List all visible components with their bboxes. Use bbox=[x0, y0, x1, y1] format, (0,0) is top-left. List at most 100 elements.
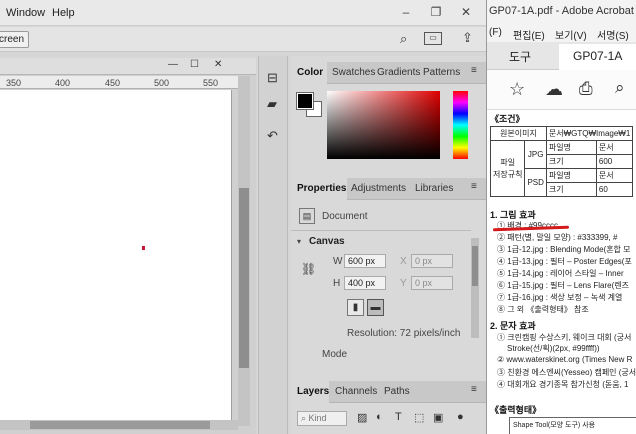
document-window: — ☐ ✕ 350 400 450 500 550 bbox=[0, 58, 256, 434]
search-icon[interactable]: ⌕ bbox=[400, 31, 407, 47]
panel-icon-strip: ⊟ ▰ ↶ bbox=[258, 56, 288, 434]
tab-swatches[interactable]: Swatches bbox=[332, 67, 375, 78]
portrait-icon[interactable]: ▮ bbox=[347, 299, 364, 316]
active-doc-tab[interactable]: GP07-1A bbox=[559, 44, 636, 70]
maximize-icon[interactable]: ❐ bbox=[426, 3, 446, 21]
workspace-icon[interactable]: ▭ bbox=[424, 32, 442, 45]
foreground-color-swatch[interactable] bbox=[296, 92, 314, 110]
width-field[interactable]: 600 px bbox=[344, 254, 386, 268]
photoshop-window: Window Help – ❐ ✕ creen ⌕ ▭ ⇪ — ☐ ✕ 350 … bbox=[0, 0, 486, 434]
spec-table: 원본이미지 문서₩GTQ₩Image₩1 파일 저장규칙 JPG 파일명 문서 크… bbox=[489, 126, 634, 197]
table-cell: 문서₩GTQ₩Image₩1 bbox=[545, 126, 634, 141]
table-cell: 파일명 bbox=[545, 168, 597, 183]
filter-kind-label: Kind bbox=[308, 413, 327, 423]
table-group-label: 파일 bbox=[500, 157, 516, 167]
y-field[interactable]: 0 px bbox=[411, 276, 453, 290]
output-note: Shape Tool(모양 도구) 사용 bbox=[513, 422, 596, 429]
tab-paths[interactable]: Paths bbox=[384, 386, 410, 397]
history-icon[interactable]: ↶ bbox=[267, 128, 278, 144]
x-field[interactable]: 0 px bbox=[411, 254, 453, 268]
panel-menu-icon[interactable]: ≡ bbox=[471, 384, 477, 395]
list-item: ② 패턴(별, 말일 모양) : #333399, # bbox=[497, 233, 618, 242]
properties-panel-icon[interactable]: ⊟ bbox=[267, 70, 278, 86]
table-cell: 문서 bbox=[595, 168, 634, 183]
print-icon[interactable]: ⎙ bbox=[579, 79, 593, 99]
acrobat-toolbar: ☆ ☁ ⎙ ⌕ bbox=[487, 70, 636, 110]
filter-smart-icon[interactable]: ▣ bbox=[433, 411, 443, 424]
properties-panel-tabs: Properties Adjustments Libraries ≡ bbox=[291, 178, 486, 200]
heading-text-effects: 2. 문자 효과 bbox=[490, 321, 536, 331]
canvas-area[interactable] bbox=[0, 90, 232, 430]
screen-button[interactable]: creen bbox=[0, 31, 30, 48]
doc-close-icon[interactable]: ✕ bbox=[214, 59, 222, 70]
properties-scroll-thumb[interactable] bbox=[472, 246, 478, 286]
x-label: X bbox=[400, 256, 407, 267]
ruler-tick: 400 bbox=[55, 78, 71, 88]
table-cell: 문서 bbox=[595, 140, 634, 155]
tab-adjustments[interactable]: Adjustments bbox=[351, 183, 406, 194]
menu-help[interactable]: Help bbox=[52, 7, 75, 19]
filter-adjustment-icon[interactable]: ◐ bbox=[376, 411, 383, 423]
filter-toggle-icon[interactable]: ● bbox=[457, 411, 464, 423]
comments-icon[interactable]: ▰ bbox=[267, 96, 277, 112]
acro-menu-sign[interactable]: 서명(S) bbox=[597, 27, 629, 42]
tab-layers[interactable]: Layers bbox=[297, 386, 329, 397]
list-item: ⑧ 그 외 《출력형태》 참조 bbox=[497, 305, 589, 314]
tab-document: GP07-1A bbox=[573, 49, 623, 63]
layer-type-label: Document bbox=[322, 211, 368, 222]
horizontal-scroll-thumb[interactable] bbox=[30, 421, 210, 429]
link-icon[interactable]: ⛓ bbox=[301, 262, 316, 276]
document-icon: ▤ bbox=[299, 208, 315, 224]
list-item: ⑥ 1급-15.jpg : 필터 – Lens Flare(렌즈 bbox=[497, 281, 629, 290]
list-item: ④ 1급-13.jpg : 필터 – Poster Edges(포 bbox=[497, 257, 632, 266]
tab-tools[interactable]: 도구 bbox=[509, 48, 531, 65]
tab-libraries[interactable]: Libraries bbox=[415, 183, 453, 194]
table-cell: 600 bbox=[595, 154, 634, 169]
landscape-icon[interactable]: ▬ bbox=[367, 299, 384, 316]
cursor-marker bbox=[142, 246, 145, 250]
upload-cloud-icon[interactable]: ☁ bbox=[545, 79, 563, 100]
acro-menu-view[interactable]: 보기(V) bbox=[555, 27, 587, 42]
document-tab-bar: — ☐ ✕ bbox=[0, 58, 256, 75]
color-panel-tabs: Color Swatches Gradients Patterns ≡ bbox=[291, 62, 486, 84]
panel-menu-icon[interactable]: ≡ bbox=[471, 181, 477, 192]
filter-shape-icon[interactable]: ⬚ bbox=[414, 411, 424, 424]
close-icon[interactable]: ✕ bbox=[456, 3, 476, 21]
minimize-icon[interactable]: – bbox=[396, 3, 416, 21]
chevron-down-icon[interactable]: ▾ bbox=[297, 237, 301, 246]
width-label: W bbox=[333, 256, 343, 267]
menu-window[interactable]: Window bbox=[6, 7, 45, 19]
tab-channels[interactable]: Channels bbox=[335, 386, 377, 397]
list-item: ⑤ 1급-14.jpg : 레이어 스타일 – Inner bbox=[497, 269, 624, 278]
acro-menu-file[interactable]: (F) bbox=[489, 27, 502, 38]
tab-patterns[interactable]: Patterns bbox=[423, 67, 460, 78]
tab-color[interactable]: Color bbox=[297, 67, 323, 78]
divider bbox=[291, 230, 471, 231]
menu-bar: Window Help – ❐ ✕ bbox=[0, 0, 486, 26]
height-field[interactable]: 400 px bbox=[344, 276, 386, 290]
acro-menu-edit[interactable]: 편집(E) bbox=[513, 27, 545, 42]
list-item: ② www.waterskinet.org (Times New R bbox=[497, 355, 633, 364]
ruler-tick: 500 bbox=[154, 78, 170, 88]
hue-slider[interactable] bbox=[453, 91, 468, 159]
search-icon[interactable]: ⌕ bbox=[615, 78, 625, 98]
ruler-tick: 550 bbox=[203, 78, 219, 88]
filter-type-icon[interactable]: T bbox=[395, 411, 402, 423]
list-item: ① 크린캠핑 수상스키, 웨이크 대회 (궁서 bbox=[497, 333, 632, 342]
pdf-page: 《조건》 원본이미지 문서₩GTQ₩Image₩1 파일 저장규칙 JPG 파일명… bbox=[487, 110, 636, 434]
share-icon[interactable]: ⇪ bbox=[462, 30, 473, 46]
mode-label: Mode bbox=[322, 349, 348, 360]
tab-properties[interactable]: Properties bbox=[297, 183, 346, 194]
layer-filter-kind[interactable]: ⌕ Kind bbox=[297, 411, 347, 426]
list-item: ④ 대회개요 경기종목 참가신청 (돋움, 1 bbox=[497, 380, 629, 389]
color-field[interactable] bbox=[327, 91, 440, 159]
vertical-scroll-thumb[interactable] bbox=[239, 188, 249, 368]
filter-pixel-icon[interactable]: ▨ bbox=[357, 411, 367, 424]
bookmark-star-icon[interactable]: ☆ bbox=[509, 79, 525, 100]
table-cell: 60 bbox=[595, 182, 634, 197]
acrobat-window: GP07-1A.pdf - Adobe Acrobat Pro D (F) 편집… bbox=[486, 0, 636, 434]
panel-menu-icon[interactable]: ≡ bbox=[471, 65, 477, 76]
doc-restore-icon[interactable]: ☐ bbox=[190, 59, 199, 70]
doc-minimize-icon[interactable]: — bbox=[168, 59, 178, 70]
tab-gradients[interactable]: Gradients bbox=[377, 67, 420, 78]
